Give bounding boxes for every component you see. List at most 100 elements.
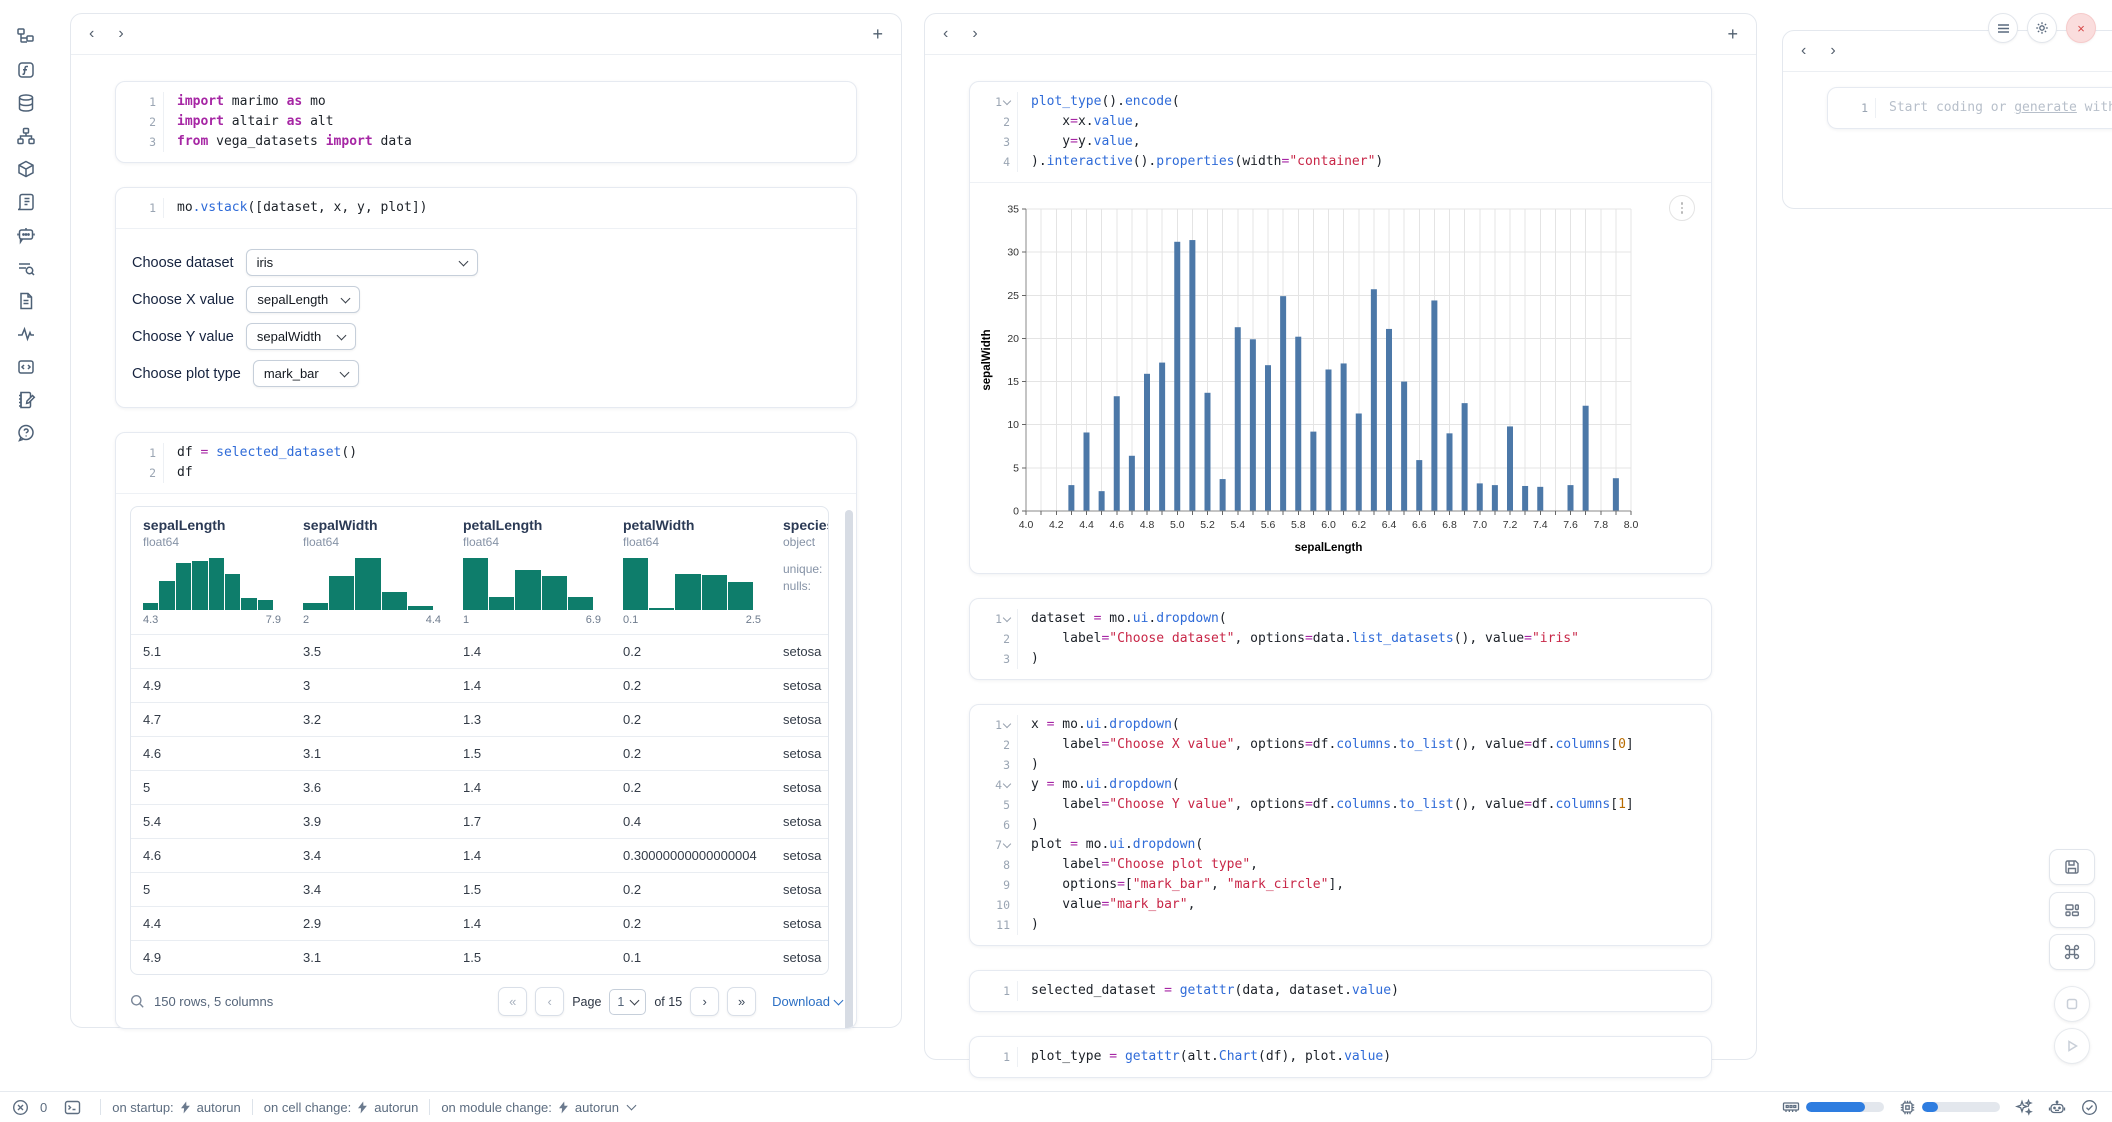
column-prev-button[interactable]: ‹ [1801, 43, 1806, 59]
code-line[interactable]: 11) [970, 915, 1697, 935]
dropdown-select[interactable]: iris [246, 249, 478, 276]
code-editor[interactable]: 1x = mo.ui.dropdown(2 label="Choose X va… [970, 705, 1711, 945]
table-row[interactable]: 5.43.91.70.4setosa [131, 804, 828, 838]
code-line[interactable]: 7plot = mo.ui.dropdown( [970, 835, 1697, 855]
copilot-robot-icon[interactable] [2048, 1099, 2066, 1116]
code-line[interactable]: 1x = mo.ui.dropdown( [970, 715, 1697, 735]
ram-usage-meter[interactable] [1782, 1099, 1884, 1115]
dropdown-select[interactable]: mark_bar [253, 360, 359, 387]
code-editor[interactable]: 1df = selected_dataset()2df [116, 433, 856, 493]
code-line[interactable]: 1dataset = mo.ui.dropdown( [970, 609, 1697, 629]
code-line[interactable]: 2 label="Choose dataset", options=data.l… [970, 629, 1697, 649]
column-prev-button[interactable]: ‹ [943, 26, 948, 42]
packages-icon[interactable] [16, 159, 36, 179]
column-next-button[interactable]: › [118, 26, 123, 42]
code-line[interactable]: 1plot_type = getattr(alt.Chart(df), plot… [970, 1047, 1697, 1067]
table-row[interactable]: 53.61.40.2setosa [131, 770, 828, 804]
code-line[interactable]: 1df = selected_dataset() [116, 443, 842, 463]
code-editor[interactable]: 1mo.vstack([dataset, x, y, plot]) [116, 188, 856, 228]
close-button[interactable]: × [2066, 13, 2096, 43]
code-line[interactable]: 4y = mo.ui.dropdown( [970, 775, 1697, 795]
table-row[interactable]: 4.42.91.40.2setosa [131, 906, 828, 940]
code-line[interactable]: 9 options=["mark_bar", "mark_circle"], [970, 875, 1697, 895]
code-editor[interactable]: 1dataset = mo.ui.dropdown(2 label="Choos… [970, 599, 1711, 679]
column-next-button[interactable]: › [972, 26, 977, 42]
code-editor[interactable]: 1import marimo as mo2import altair as al… [116, 82, 856, 162]
next-page-button[interactable]: › [690, 987, 719, 1016]
first-page-button[interactable]: « [498, 987, 527, 1016]
code-line[interactable]: 1mo.vstack([dataset, x, y, plot]) [116, 198, 842, 218]
scratchpad-icon[interactable] [16, 390, 36, 410]
column-header[interactable]: petalLengthfloat6416.9 [451, 517, 611, 626]
on-cell-change-mode[interactable]: on cell change: autorun [264, 1100, 419, 1115]
layout-grid-button[interactable] [2049, 892, 2095, 928]
code-line[interactable]: 3 y=y.value, [970, 132, 1697, 152]
code-line[interactable]: 4).interactive().properties(width="conta… [970, 152, 1697, 172]
column-next-button[interactable]: › [1830, 43, 1835, 59]
run-all-button[interactable] [2054, 1028, 2090, 1064]
dependency-graph-icon[interactable] [16, 126, 36, 146]
add-cell-button[interactable]: + [1727, 25, 1738, 43]
code-line[interactable]: 3) [970, 755, 1697, 775]
table-row[interactable]: 4.93.11.50.1setosa [131, 940, 828, 974]
code-editor[interactable]: 1plot_type().encode(2 x=x.value,3 y=y.va… [970, 82, 1711, 182]
code-line[interactable]: 2df [116, 463, 842, 483]
cpu-usage-meter[interactable] [1899, 1099, 2000, 1116]
last-page-button[interactable]: » [727, 987, 756, 1016]
menu-button[interactable] [1988, 13, 2018, 43]
table-scrollbar[interactable] [845, 510, 853, 1029]
code-line[interactable]: 3from vega_datasets import data [116, 132, 842, 152]
code-line[interactable]: 1import marimo as mo [116, 92, 842, 112]
terminal-icon[interactable] [64, 1099, 81, 1116]
table-row[interactable]: 5.13.51.40.2setosa [131, 634, 828, 668]
documentation-icon[interactable] [16, 291, 36, 311]
column-header[interactable]: petalWidthfloat640.12.5 [611, 517, 771, 626]
datasources-icon[interactable] [16, 93, 36, 113]
code-line[interactable]: 6) [970, 815, 1697, 835]
ai-chat-icon[interactable] [16, 225, 36, 245]
snippets-icon[interactable] [16, 357, 36, 377]
code-editor[interactable]: 1 Start coding or generate with AI [1828, 88, 2112, 128]
code-editor[interactable]: 1plot_type = getattr(alt.Chart(df), plot… [970, 1037, 1711, 1077]
column-prev-button[interactable]: ‹ [89, 26, 94, 42]
command-palette-button[interactable] [2049, 934, 2095, 970]
stop-button[interactable] [2054, 986, 2090, 1022]
code-line[interactable]: 8 label="Choose plot type", [970, 855, 1697, 875]
code-line[interactable]: 2import altair as alt [116, 112, 842, 132]
column-header[interactable]: sepalLengthfloat644.37.9 [131, 517, 291, 626]
file-explorer-icon[interactable] [16, 27, 36, 47]
code-line[interactable]: 1selected_dataset = getattr(data, datase… [970, 981, 1697, 1001]
code-line[interactable]: 10 value="mark_bar", [970, 895, 1697, 915]
table-row[interactable]: 4.931.40.2setosa [131, 668, 828, 702]
table-row[interactable]: 53.41.50.2setosa [131, 872, 828, 906]
code-line[interactable]: 3) [970, 649, 1697, 669]
ai-sparkle-icon[interactable] [2015, 1098, 2033, 1116]
table-row[interactable]: 4.63.11.50.2setosa [131, 736, 828, 770]
chart-menu-button[interactable] [1669, 195, 1695, 221]
code-line[interactable]: 1plot_type().encode( [970, 92, 1697, 112]
download-link[interactable]: Download [772, 994, 842, 1009]
prev-page-button[interactable]: ‹ [535, 987, 564, 1016]
add-cell-button[interactable]: + [872, 25, 883, 43]
connection-status-icon[interactable] [2081, 1099, 2098, 1116]
table-row[interactable]: 4.63.41.40.30000000000000004setosa [131, 838, 828, 872]
save-button[interactable] [2049, 849, 2095, 885]
on-module-change-mode[interactable]: on module change: autorun [441, 1100, 635, 1115]
code-line[interactable]: 5 label="Choose Y value", options=df.col… [970, 795, 1697, 815]
dropdown-select[interactable]: sepalLength [246, 286, 360, 313]
logs-icon[interactable] [16, 192, 36, 212]
generate-with-ai-link[interactable]: generate [2014, 100, 2077, 115]
search-icon[interactable] [130, 994, 145, 1009]
chart-output[interactable]: 4.04.24.44.64.85.05.25.45.65.86.06.26.46… [970, 182, 1711, 573]
code-line[interactable]: 2 x=x.value, [970, 112, 1697, 132]
table-row[interactable]: 4.73.21.30.2setosa [131, 702, 828, 736]
on-startup-mode[interactable]: on startup: autorun [112, 1100, 241, 1115]
code-editor[interactable]: 1selected_dataset = getattr(data, datase… [970, 971, 1711, 1011]
outline-search-icon[interactable] [16, 258, 36, 278]
column-header[interactable]: speciesobjectunique:nulls: [771, 517, 828, 626]
column-header[interactable]: sepalWidthfloat6424.4 [291, 517, 451, 626]
code-line[interactable]: 2 label="Choose X value", options=df.col… [970, 735, 1697, 755]
errors-icon[interactable] [12, 1099, 29, 1116]
dropdown-select[interactable]: sepalWidth [246, 323, 356, 350]
variables-icon[interactable] [16, 60, 36, 80]
